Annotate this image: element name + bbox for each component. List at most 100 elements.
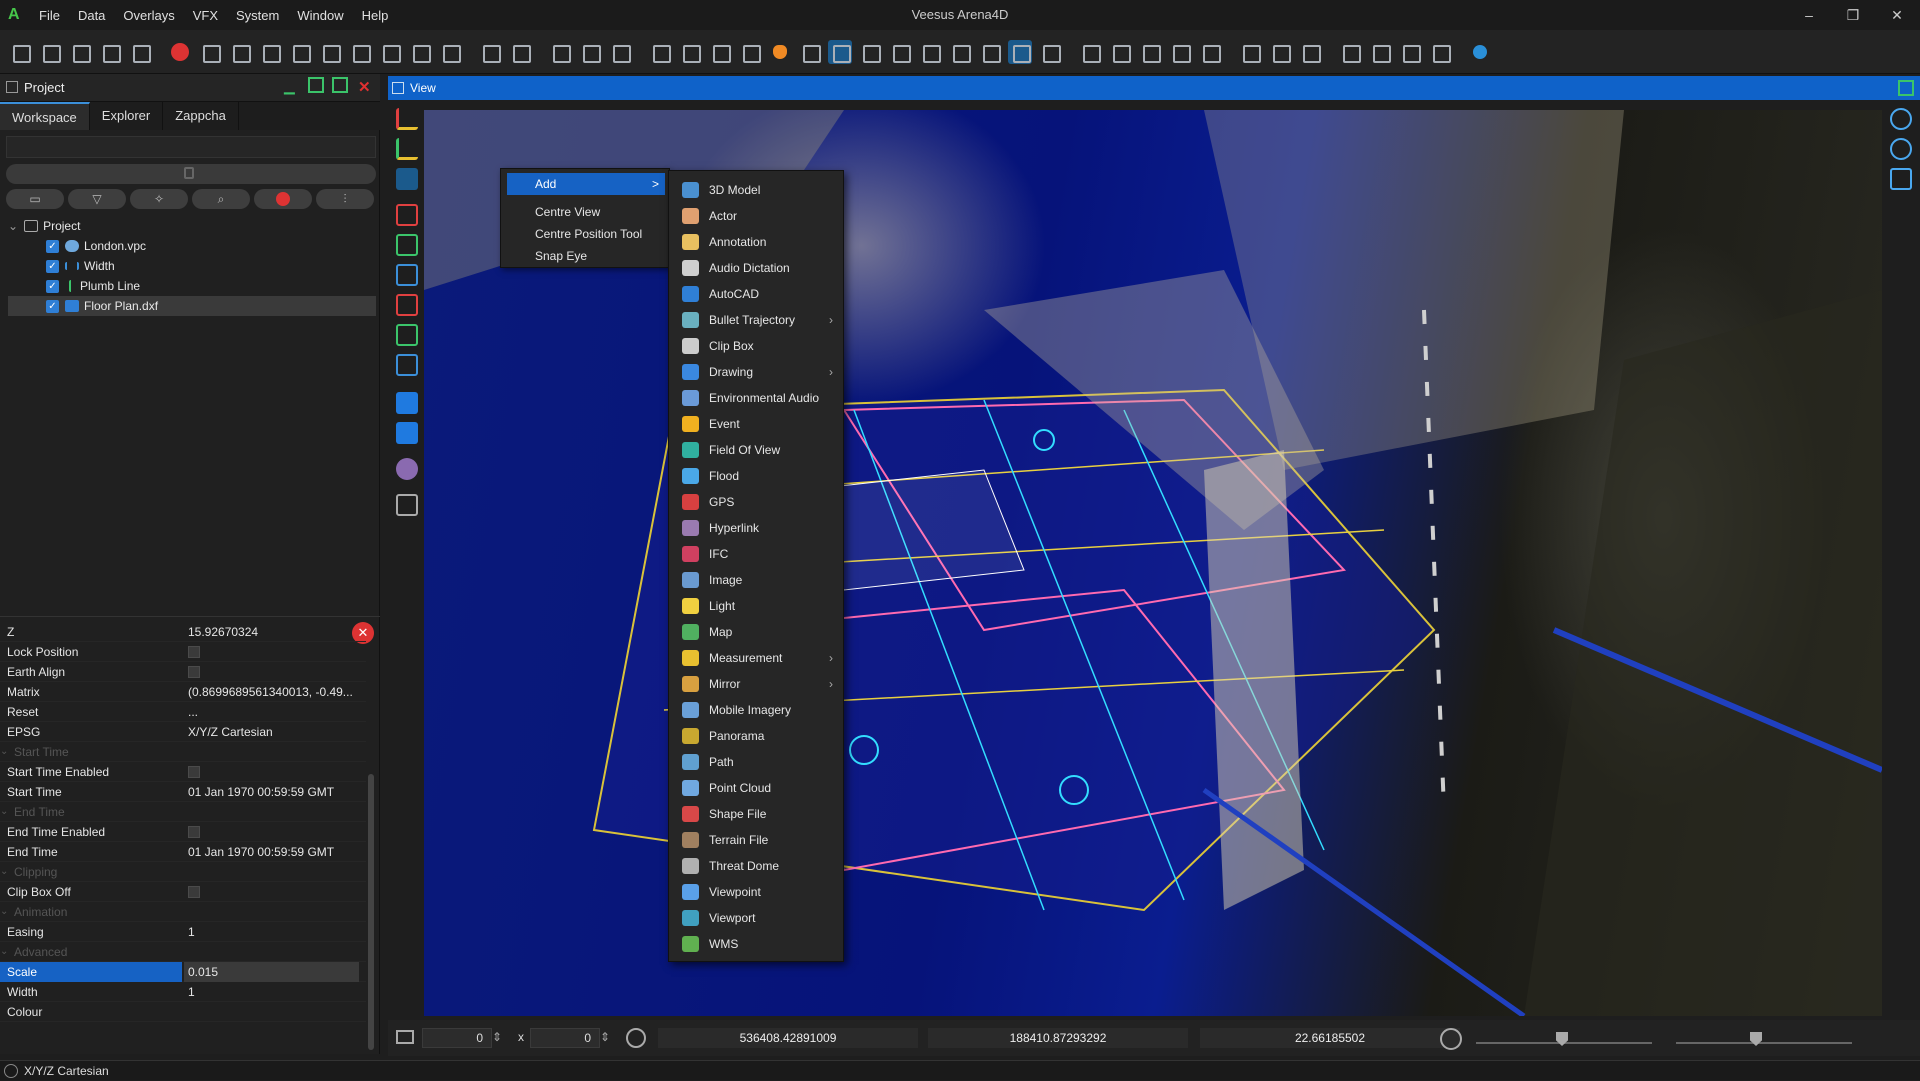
clock-icon[interactable] — [578, 40, 602, 64]
chevron-down-icon[interactable]: ⌄ — [0, 902, 8, 922]
camera-icon[interactable] — [318, 40, 342, 64]
axis-z-icon[interactable] — [396, 168, 418, 190]
warning-icon[interactable] — [1198, 40, 1222, 64]
property-row[interactable]: Animation ⌄ — [0, 902, 366, 922]
tree-item-floor-plan[interactable]: ✓ Floor Plan.dxf — [8, 296, 376, 316]
chevron-down-icon[interactable]: ⌄ — [0, 802, 8, 822]
vertical-view-icon[interactable] — [396, 422, 418, 444]
add-menu-item-ifc[interactable]: IFC — [673, 541, 841, 567]
globe-icon[interactable] — [948, 40, 972, 64]
text-icon[interactable] — [438, 40, 462, 64]
property-value[interactable]: X/Y/Z Cartesian — [188, 722, 363, 742]
context-item-snap-eye[interactable]: Snap Eye — [507, 245, 665, 267]
restore-button[interactable]: ❐ — [1830, 0, 1876, 30]
ppt-export-icon[interactable] — [508, 40, 532, 64]
property-checkbox[interactable] — [188, 766, 200, 778]
tools-icon[interactable] — [888, 40, 912, 64]
property-row[interactable]: End Time ⌄ — [0, 802, 366, 822]
property-value[interactable]: ... — [188, 702, 363, 722]
menu-window[interactable]: Window — [288, 8, 352, 23]
axis-y-icon[interactable] — [396, 138, 418, 160]
cube-bottom-icon[interactable] — [396, 354, 418, 376]
property-row[interactable]: Start Time ⌄ — [0, 742, 366, 762]
add-menu-item-light[interactable]: Light — [673, 593, 841, 619]
menu-overlays[interactable]: Overlays — [114, 8, 183, 23]
compass-icon[interactable] — [1108, 40, 1132, 64]
add-menu-item-mobile-imagery[interactable]: Mobile Imagery — [673, 697, 841, 723]
add-menu-item-path[interactable]: Path — [673, 749, 841, 775]
chevron-down-icon[interactable]: ⌄ — [8, 216, 18, 236]
tab-workspace[interactable]: Workspace — [0, 102, 90, 130]
cube-back-icon[interactable] — [396, 294, 418, 316]
3d-cube-icon[interactable] — [396, 494, 418, 516]
cube-front-icon[interactable] — [396, 204, 418, 226]
brush-icon[interactable] — [798, 40, 822, 64]
measure-icon[interactable] — [378, 40, 402, 64]
save-icon[interactable] — [68, 40, 92, 64]
property-row[interactable]: Reset... — [0, 702, 366, 722]
link-icon[interactable] — [708, 40, 732, 64]
box-icon[interactable] — [978, 40, 1002, 64]
zoom-icon[interactable] — [858, 40, 882, 64]
windows-icon[interactable] — [1428, 40, 1452, 64]
zoom-filter-button[interactable]: ⌕ — [192, 189, 250, 209]
close-button[interactable]: ✕ — [1874, 0, 1920, 30]
stop-icon[interactable] — [168, 40, 192, 64]
image-icon[interactable] — [678, 40, 702, 64]
add-menu-item-wms[interactable]: WMS — [673, 931, 841, 957]
menu-file[interactable]: File — [30, 8, 69, 23]
property-row[interactable]: Matrix (0.8699689561340013, -0.49... — [0, 682, 366, 702]
add-menu-item-viewpoint[interactable]: Viewpoint — [673, 879, 841, 905]
add-menu-item-audio-dictation[interactable]: Audio Dictation — [673, 255, 841, 281]
menu-data[interactable]: Data — [69, 8, 114, 23]
speed-icon[interactable] — [1440, 1028, 1462, 1050]
add-menu-item-environmental-audio[interactable]: Environmental Audio — [673, 385, 841, 411]
fire-icon[interactable] — [768, 40, 792, 64]
ruler-icon[interactable] — [1368, 40, 1392, 64]
screen-icon[interactable] — [408, 40, 432, 64]
property-checkbox[interactable] — [188, 646, 200, 658]
arrow-up-icon[interactable] — [1238, 40, 1262, 64]
chevron-down-icon[interactable]: ⌄ — [0, 742, 8, 762]
maximize-view-icon[interactable] — [1898, 80, 1914, 96]
chevron-down-icon[interactable]: ⌄ — [0, 862, 8, 882]
property-checkbox[interactable] — [188, 886, 200, 898]
export-csv-icon[interactable] — [128, 40, 152, 64]
add-menu-item-terrain-file[interactable]: Terrain File — [673, 827, 841, 853]
maximize-panel-icon[interactable] — [332, 77, 348, 93]
tab-explorer[interactable]: Explorer — [90, 102, 164, 130]
property-value[interactable]: 15.92670324 — [188, 622, 363, 642]
property-row[interactable]: Lock Position — [0, 642, 366, 662]
pencil-icon[interactable] — [1038, 40, 1062, 64]
add-menu-item-autocad[interactable]: AutoCAD — [673, 281, 841, 307]
menu-help[interactable]: Help — [353, 8, 398, 23]
property-row[interactable]: Width 1 — [0, 982, 366, 1002]
visibility-checkbox[interactable]: ✓ — [46, 279, 59, 293]
menu-vfx[interactable]: VFX — [184, 8, 227, 23]
property-row[interactable]: End Time Enabled — [0, 822, 366, 842]
key-icon[interactable] — [828, 40, 852, 64]
new-icon[interactable] — [8, 40, 32, 64]
delete-filter-button[interactable] — [254, 189, 312, 209]
cube-top-icon[interactable] — [396, 264, 418, 286]
add-menu-item-clip-box[interactable]: Clip Box — [673, 333, 841, 359]
add-menu-item-bullet-trajectory[interactable]: Bullet Trajectory › — [673, 307, 841, 333]
property-row[interactable]: Clip Box Off — [0, 882, 366, 902]
height-input[interactable]: 0 — [530, 1028, 600, 1048]
open-icon[interactable] — [38, 40, 62, 64]
tree-item-project[interactable]: ⌄ Project — [8, 216, 376, 236]
property-value[interactable]: 01 Jan 1970 00:59:59 GMT — [188, 842, 363, 862]
property-row[interactable]: Z 15.92670324 — [0, 622, 366, 642]
pdf-export-icon[interactable] — [478, 40, 502, 64]
add-menu-item-measurement[interactable]: Measurement › — [673, 645, 841, 671]
settings-filter-button[interactable]: ⫶ — [316, 189, 374, 209]
property-row[interactable]: Earth Align — [0, 662, 366, 682]
tree-item-london[interactable]: ✓ London.vpc — [8, 236, 376, 256]
add-menu-item-gps[interactable]: GPS — [673, 489, 841, 515]
window-filter-button[interactable]: ▭ — [6, 189, 64, 209]
folder-icon[interactable] — [98, 40, 122, 64]
undo-icon[interactable] — [198, 40, 222, 64]
property-value[interactable]: 1 — [188, 922, 363, 942]
add-menu-item-3d-model[interactable]: 3D Model — [673, 177, 841, 203]
cube-side-icon[interactable] — [396, 234, 418, 256]
